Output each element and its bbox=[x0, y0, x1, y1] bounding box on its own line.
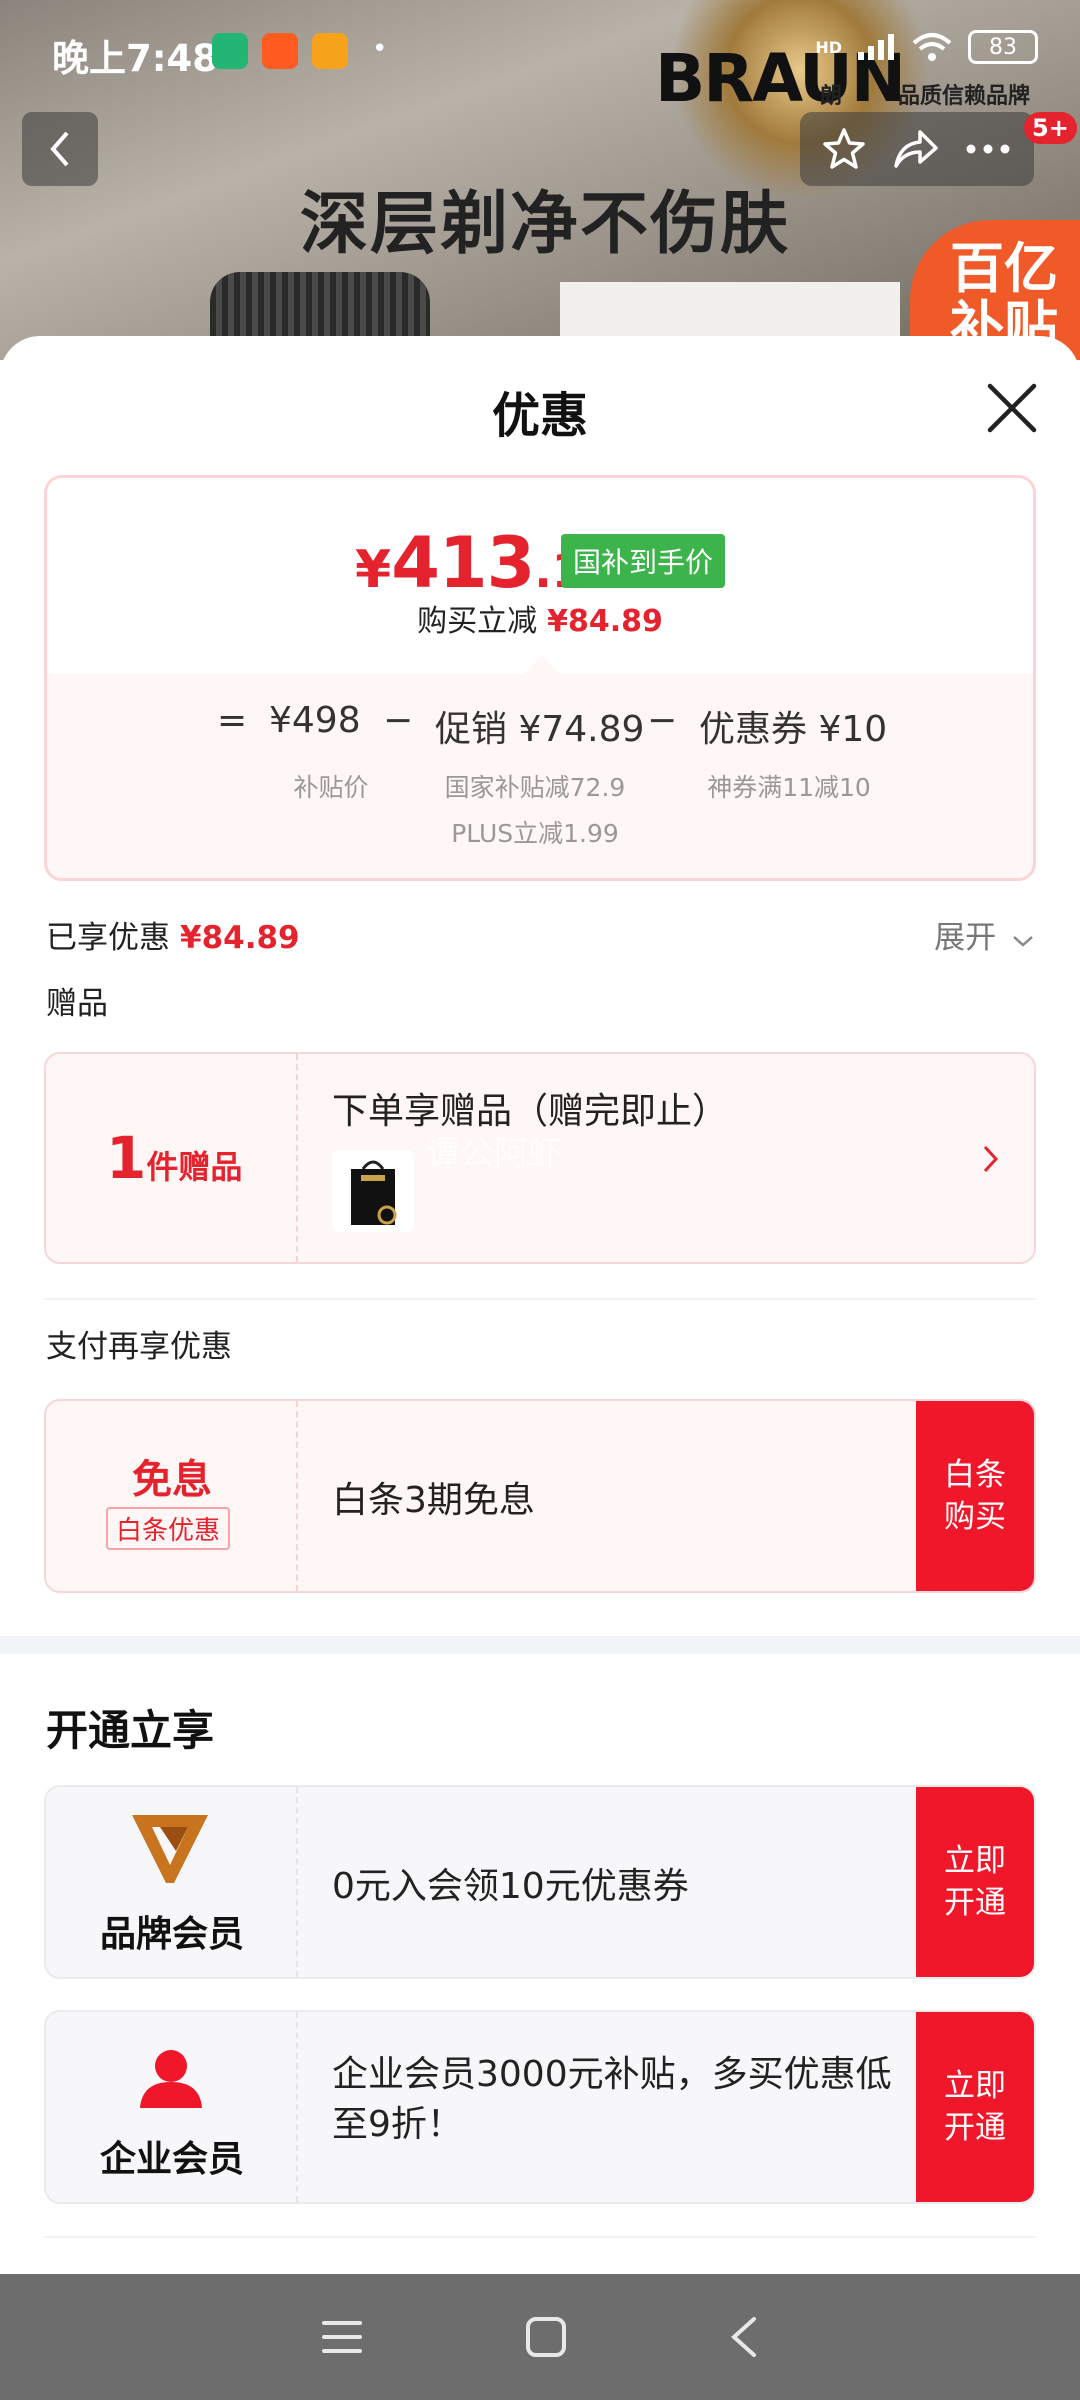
hero-slogan: 深层剃净不伤肤 bbox=[300, 185, 791, 264]
enjoyed-discount: 已享优惠 ¥84.89 bbox=[46, 912, 300, 957]
enjoyed-value: ¥84.89 bbox=[180, 920, 300, 956]
national-subsidy-tag: 国补到手价 bbox=[561, 534, 726, 588]
system-navigation-bar bbox=[0, 2274, 1080, 2400]
buy-reduce-value: ¥84.89 bbox=[547, 604, 663, 639]
back-icon bbox=[50, 131, 69, 167]
back-button[interactable] bbox=[22, 112, 98, 186]
home-icon[interactable] bbox=[524, 2315, 568, 2359]
gift-card[interactable]: 1件赠品 下单享赠品（赠完即止） 谭公阿虾 bbox=[44, 1052, 1036, 1264]
coupon-value: 优惠券 ¥10 bbox=[699, 709, 888, 750]
chevron-right-icon bbox=[983, 1145, 999, 1173]
discount-sheet: 优惠 ¥413.11 国补到手价 购买立减¥84.89 = ¥498 − 促销 … bbox=[0, 336, 1080, 2274]
section-separator bbox=[0, 1636, 1080, 1654]
brand-member-left: 品牌会员 bbox=[46, 1787, 298, 1977]
hd-label: HD bbox=[815, 37, 842, 57]
brand-member-card[interactable]: 品牌会员 0元入会领10元优惠券 立即 开通 bbox=[44, 1785, 1036, 1979]
buy-reduce-label: 购买立减 bbox=[417, 604, 538, 639]
minus-sign-1: − bbox=[383, 700, 414, 741]
bottom-divider bbox=[44, 2236, 1036, 2238]
brand-v-logo-icon bbox=[132, 1815, 208, 1883]
promo-value: 促销 ¥74.89 bbox=[435, 709, 645, 750]
minus-sign-2: − bbox=[647, 700, 678, 741]
brand-member-text: 0元入会领10元优惠券 bbox=[332, 1866, 689, 1907]
pay-section-label: 支付再享优惠 bbox=[46, 1329, 232, 1365]
enterprise-member-open-label: 立即 开通 bbox=[944, 2068, 1006, 2146]
enterprise-member-text: 企业会员3000元补贴，多买优惠低至9折！ bbox=[332, 2054, 892, 2145]
buy-reduce-line: 购买立减 ¥84.89 bbox=[47, 596, 1033, 640]
notes-app-icon bbox=[312, 33, 348, 69]
brand-member-open-button[interactable]: 立即 开通 bbox=[916, 1787, 1034, 1977]
status-bar: 晚上7:48 • HD 83 bbox=[0, 0, 1080, 100]
baitiao-tag: 白条优惠 bbox=[106, 1507, 231, 1550]
promo-sub-plus: PLUS立减1.99 bbox=[451, 819, 619, 848]
enterprise-member-left: 企业会员 bbox=[46, 2012, 298, 2202]
star-icon[interactable] bbox=[821, 126, 867, 172]
equals-sign: = bbox=[217, 700, 248, 741]
enterprise-member-open-button[interactable]: 立即 开通 bbox=[916, 2012, 1034, 2202]
gift-thumbnail[interactable] bbox=[332, 1150, 414, 1232]
expand-label: 展开 bbox=[934, 920, 997, 956]
status-indicators: HD 83 bbox=[815, 30, 1038, 64]
notification-badge: 5+ bbox=[1024, 112, 1077, 144]
shield-app-icon bbox=[212, 33, 248, 69]
wifi-icon bbox=[912, 33, 952, 61]
sheet-title: 优惠 bbox=[491, 388, 588, 444]
chevron-down-icon bbox=[1013, 936, 1033, 947]
brand-member-open-label: 立即 开通 bbox=[944, 1843, 1006, 1921]
membership-heading: 开通立享 bbox=[46, 1706, 215, 1755]
gift-count-unit: 件赠品 bbox=[146, 1148, 243, 1186]
promo-sub-national: 国家补贴减72.9 bbox=[444, 773, 626, 802]
baitiao-card[interactable]: 免息 白条优惠 白条3期免息 白条 购买 bbox=[44, 1399, 1036, 1593]
expand-toggle[interactable]: 展开 bbox=[934, 912, 1034, 957]
gift-count-area: 1件赠品 bbox=[46, 1054, 298, 1262]
status-time: 晚上7:48 bbox=[52, 37, 219, 80]
price-summary: ¥413.11 国补到手价 购买立减¥84.89 bbox=[47, 478, 1033, 674]
base-price-label: 补贴价 bbox=[293, 773, 369, 802]
gift-count-number: 1 bbox=[106, 1124, 147, 1192]
watermark-text: 谭公阿虾 bbox=[426, 1134, 562, 1174]
product-header-background: BRAUN 朗 品质信赖品牌 深层剃净不伤肤 百亿补贴 晚上7:48 • HD … bbox=[0, 0, 1080, 360]
price-card: ¥413.11 国补到手价 购买立减¥84.89 = ¥498 − 促销 ¥74… bbox=[44, 475, 1036, 881]
gift-bag-icon bbox=[351, 1160, 397, 1225]
brand-member-label: 品牌会员 bbox=[99, 1914, 244, 1955]
divider bbox=[44, 1298, 1036, 1300]
taobao-app-icon bbox=[262, 33, 298, 69]
baitiao-left: 免息 白条优惠 bbox=[46, 1401, 298, 1591]
enterprise-member-card[interactable]: 企业会员 企业会员3000元补贴，多买优惠低至9折！ 立即 开通 bbox=[44, 2010, 1036, 2204]
enterprise-member-label: 企业会员 bbox=[99, 2139, 244, 2180]
price-integer: 413 bbox=[391, 522, 535, 604]
person-icon bbox=[140, 2050, 202, 2108]
top-actions bbox=[800, 112, 1034, 186]
signal-icon bbox=[858, 34, 894, 60]
back-nav-icon[interactable] bbox=[728, 2315, 760, 2359]
coupon-label: 神券满11减10 bbox=[707, 773, 871, 802]
baitiao-text: 白条3期免息 bbox=[332, 1480, 535, 1521]
base-price-value: ¥498 bbox=[269, 700, 361, 741]
menu-icon[interactable] bbox=[320, 2317, 364, 2357]
close-icon[interactable] bbox=[984, 380, 1040, 436]
baitiao-buy-button[interactable]: 白条 购买 bbox=[916, 1401, 1034, 1591]
baitiao-buy-label: 白条 购买 bbox=[944, 1457, 1006, 1535]
price-currency: ¥ bbox=[355, 540, 392, 600]
enjoyed-label: 已享优惠 bbox=[46, 920, 170, 956]
gifts-section-label: 赠品 bbox=[46, 986, 108, 1022]
gift-count: 1件赠品 bbox=[106, 1124, 242, 1192]
status-dot: • bbox=[372, 34, 388, 64]
more-icon[interactable] bbox=[963, 139, 1013, 159]
price-breakdown: = ¥498 − 促销 ¥74.89 − 优惠券 ¥10 补贴价 国家补贴减72… bbox=[47, 674, 1033, 878]
share-icon[interactable] bbox=[890, 126, 940, 172]
battery-indicator: 83 bbox=[968, 30, 1038, 64]
interest-free-title: 免息 bbox=[132, 1457, 212, 1503]
